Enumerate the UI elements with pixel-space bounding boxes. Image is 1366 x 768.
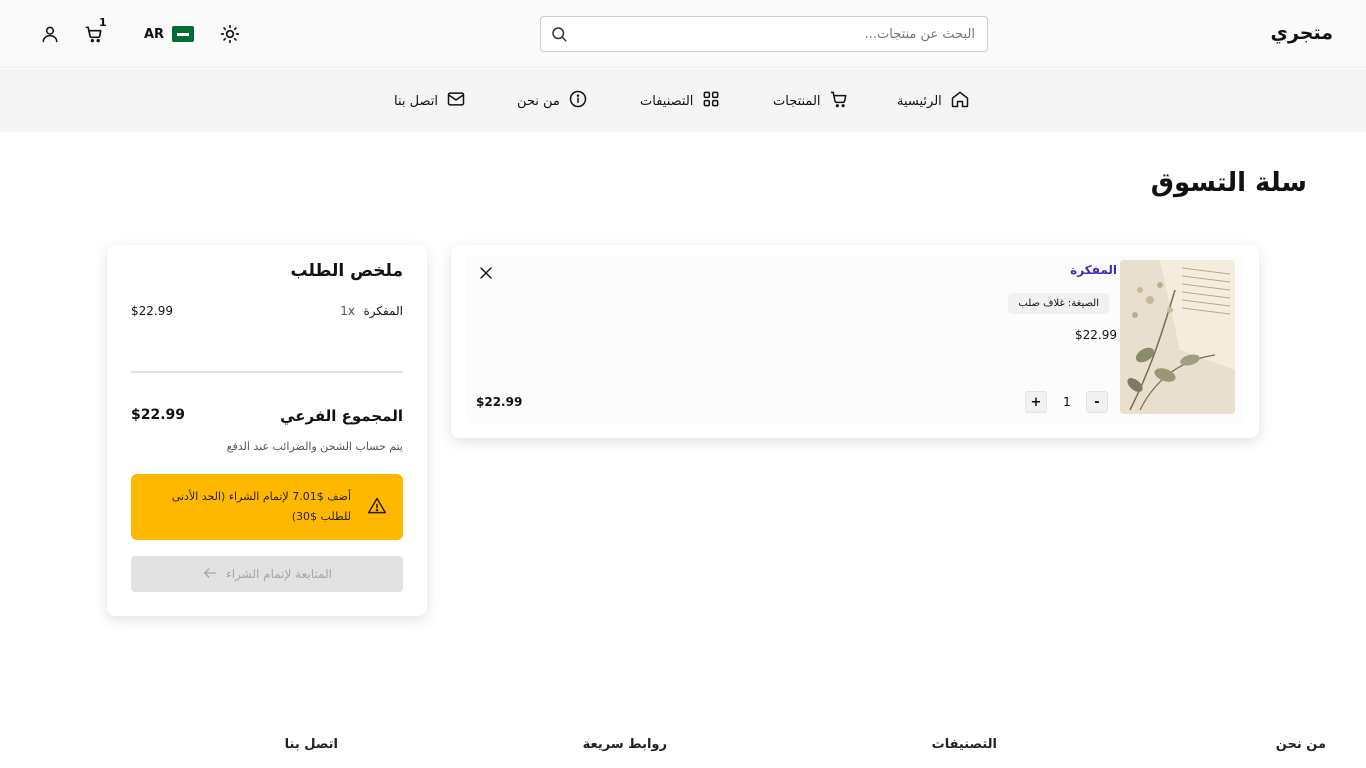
checkout-button[interactable]: المتابعة لإتمام الشراء	[131, 556, 403, 592]
subtotal-label: المجموع الفرعي	[280, 407, 403, 425]
nav-home-label: الرئيسية	[897, 93, 942, 109]
summary-item-price: $22.99	[131, 304, 173, 318]
footer-categories-heading: التصنيفات	[931, 737, 997, 752]
cart-count-badge: 1	[99, 16, 107, 29]
tax-note: يتم حساب الشحن والضرائب عند الدفع	[226, 440, 403, 453]
nav-about-label: من نحن	[517, 93, 560, 109]
footer-about-heading: من نحن	[1275, 737, 1326, 752]
checkout-label: المتابعة لإتمام الشراء	[226, 567, 332, 581]
subtotal-value: $22.99	[131, 407, 186, 423]
cart-icon	[829, 89, 849, 113]
grid-icon	[701, 89, 721, 113]
warning-icon	[367, 496, 387, 516]
minimum-order-alert: أضف $7.01 لإتمام الشراء (الحد الأدنى للط…	[131, 474, 403, 540]
quantity-decrease-button[interactable]: -	[1086, 391, 1108, 413]
line-total: $22.99	[476, 395, 523, 409]
mail-icon	[446, 89, 466, 113]
quantity-input[interactable]	[1056, 393, 1078, 411]
sun-icon[interactable]	[219, 23, 241, 45]
nav-about[interactable]: من نحن	[517, 89, 588, 113]
info-icon	[568, 89, 588, 113]
nav-home[interactable]: الرئيسية	[897, 89, 970, 113]
arrow-left-icon	[202, 565, 218, 584]
search-icon[interactable]	[550, 25, 568, 43]
nav-products[interactable]: المنتجات	[773, 89, 849, 113]
warning-text: أضف $7.01 لإتمام الشراء (الحد الأدنى للط…	[171, 490, 351, 523]
search-input[interactable]	[575, 17, 975, 51]
product-image[interactable]	[1120, 260, 1235, 414]
saudi-flag-icon	[172, 26, 195, 42]
cart-item: المفكرة الصيغة: غلاف صلب $22.99 $22.99 -…	[466, 255, 1244, 423]
summary-item-qty: 1x	[340, 304, 355, 318]
nav-contact-label: اتصل بنا	[394, 93, 438, 109]
divider	[131, 371, 403, 373]
order-summary-card: ملخص الطلب المفكرة 1x $22.99 المجموع الف…	[107, 245, 427, 616]
nav-categories[interactable]: التصنيفات	[640, 89, 721, 113]
user-icon[interactable]	[39, 23, 61, 45]
language-code: AR	[144, 26, 165, 42]
main-nav: الرئيسية المنتجات التصنيفات من نحن اتصل …	[0, 69, 1366, 132]
summary-title: ملخص الطلب	[290, 261, 403, 281]
nav-products-label: المنتجات	[773, 93, 821, 109]
cart-items-card: المفكرة الصيغة: غلاف صلب $22.99 $22.99 -…	[451, 245, 1259, 438]
page-title: سلة التسوق	[1150, 168, 1307, 198]
quantity-increase-button[interactable]: +	[1025, 391, 1047, 413]
variant-badge: الصيغة: غلاف صلب	[1008, 293, 1109, 314]
unit-price: $22.99	[1075, 328, 1117, 342]
search-box	[540, 16, 988, 52]
nav-categories-label: التصنيفات	[640, 93, 694, 109]
footer-contact-heading: اتصل بنا	[284, 737, 338, 752]
home-icon	[950, 89, 970, 113]
product-name-link[interactable]: المفكرة	[1070, 263, 1117, 277]
footer-quick-links-heading: روابط سريعة	[582, 737, 667, 752]
nav-contact[interactable]: اتصل بنا	[394, 89, 466, 113]
top-header: متجري AR 1	[0, 0, 1366, 68]
close-icon[interactable]	[478, 265, 494, 281]
brand-logo[interactable]: متجري	[1271, 22, 1333, 44]
summary-item-name: المفكرة	[363, 304, 403, 318]
language-switcher[interactable]: AR	[144, 26, 195, 42]
